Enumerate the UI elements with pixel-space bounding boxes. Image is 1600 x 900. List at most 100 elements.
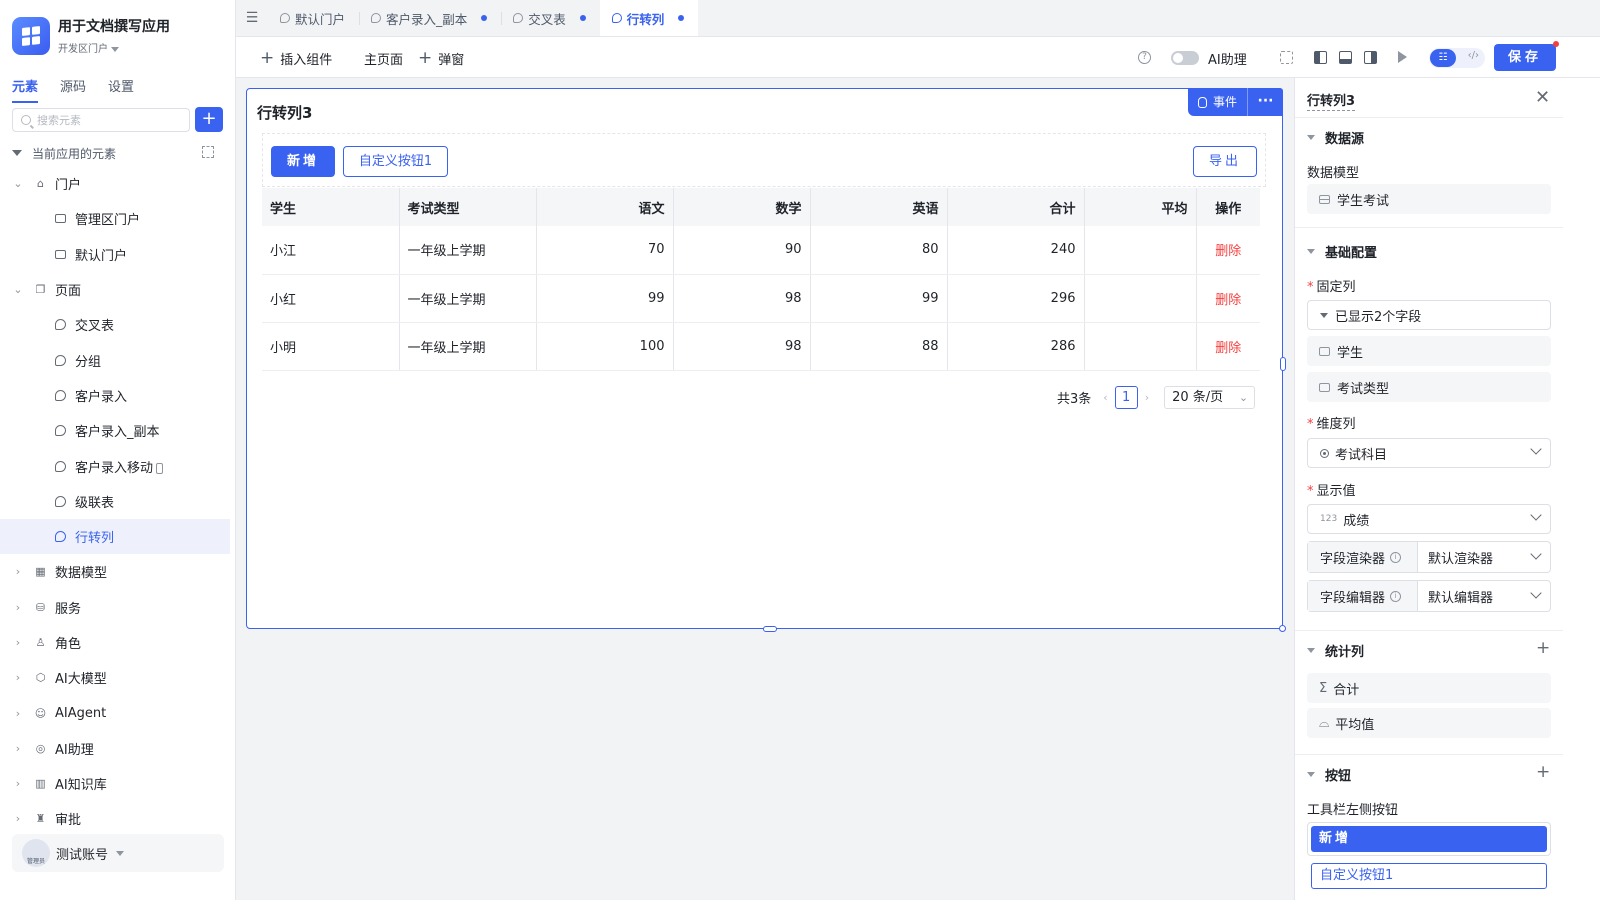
right-panel-icon[interactable]: [1364, 51, 1377, 64]
tab-default-portal[interactable]: 默认门户: [268, 0, 359, 36]
export-button[interactable]: 导出: [1193, 146, 1257, 177]
tree-item-ai-agent[interactable]: › ☺ AIAgent: [0, 695, 230, 730]
section-stats[interactable]: 统计列: [1307, 641, 1364, 660]
insert-component-button[interactable]: + 插入组件: [260, 49, 332, 69]
tree-item-page[interactable]: 客户录入_副本: [0, 413, 230, 448]
tree-item-ai-assistant[interactable]: › ◎ AI助理: [0, 731, 230, 766]
main-page-button[interactable]: 主页面: [364, 49, 403, 68]
column-header[interactable]: 学生: [262, 188, 400, 226]
tree-item-page-selected[interactable]: 行转列: [0, 518, 230, 555]
search-input[interactable]: [37, 113, 177, 127]
chevron-right-icon[interactable]: ›: [12, 742, 24, 755]
resize-handle-corner[interactable]: [1279, 625, 1286, 632]
resize-handle-right[interactable]: [1280, 357, 1286, 371]
chevron-down-icon[interactable]: ⌄: [12, 283, 24, 296]
help-icon[interactable]: ?: [1138, 51, 1151, 64]
add-button-icon[interactable]: +: [1536, 762, 1550, 782]
tab-crosstab[interactable]: 交叉表: [501, 0, 600, 36]
page-number[interactable]: 1: [1114, 386, 1138, 409]
tree-item-approval[interactable]: › ♜ 审批: [0, 801, 230, 836]
tree-item-role[interactable]: › ♙ 角色: [0, 625, 230, 660]
custom-button-1[interactable]: 自定义按钮1: [343, 146, 448, 177]
tree-item-page[interactable]: 交叉表: [0, 307, 230, 342]
delete-link[interactable]: 删除: [1215, 244, 1241, 259]
column-header[interactable]: 数学: [673, 188, 811, 226]
more-button[interactable]: ···: [1247, 88, 1283, 116]
delete-link[interactable]: 删除: [1215, 341, 1241, 356]
tree-item-service[interactable]: › ⛁ 服务: [0, 590, 230, 625]
prev-page-icon[interactable]: ‹: [1103, 391, 1107, 404]
user-menu[interactable]: 管理员 测试账号: [12, 834, 224, 872]
collapse-sidebar-icon[interactable]: ☰: [236, 0, 268, 36]
preview-play-icon[interactable]: [1398, 51, 1407, 63]
add-element-button[interactable]: +: [195, 107, 223, 132]
view-mode-switch[interactable]: ☷ ‹/›: [1429, 48, 1485, 68]
left-panel-icon[interactable]: [1314, 51, 1327, 64]
panel-title[interactable]: 行转列3: [1307, 90, 1356, 111]
chevron-down-icon[interactable]: ⌄: [12, 177, 24, 190]
tree-item-page[interactable]: 级联表: [0, 484, 230, 519]
close-icon[interactable]: ✕: [1535, 87, 1550, 108]
tree-item-page[interactable]: 客户录入移动: [0, 448, 230, 483]
section-datasource[interactable]: 数据源: [1307, 128, 1364, 147]
tree-item-pages[interactable]: ⌄ ❐ 页面: [0, 272, 230, 307]
bottom-panel-icon[interactable]: [1339, 51, 1352, 64]
section-buttons[interactable]: 按钮: [1307, 765, 1351, 784]
fixed-field-item[interactable]: 学生: [1307, 336, 1551, 366]
portal-switcher[interactable]: 开发区门户: [58, 40, 170, 55]
data-model-field[interactable]: 学生考试: [1307, 184, 1551, 214]
delete-link[interactable]: 删除: [1215, 293, 1241, 308]
tree-header[interactable]: 当前应用的元素: [12, 144, 224, 162]
save-button[interactable]: 保存: [1494, 44, 1556, 71]
column-header[interactable]: 英语: [810, 188, 948, 226]
chevron-right-icon[interactable]: ›: [12, 707, 24, 720]
dimension-column-select[interactable]: 考试科目: [1307, 438, 1551, 468]
section-basic[interactable]: 基础配置: [1307, 242, 1377, 261]
column-header[interactable]: 平均: [1084, 188, 1197, 226]
stat-item[interactable]: Σ 合计: [1307, 673, 1551, 703]
info-icon[interactable]: i: [1390, 590, 1402, 602]
fixed-columns-select[interactable]: 已显示2个字段: [1307, 300, 1551, 330]
tree-item-portal[interactable]: ⌄ ⌂ 门户: [0, 166, 230, 201]
field-editor-select[interactable]: 默认编辑器: [1418, 581, 1550, 611]
tab-row-to-col[interactable]: 行转列: [599, 0, 699, 36]
chevron-right-icon[interactable]: ›: [12, 601, 24, 614]
table-row[interactable]: 小江 一年级上学期 70 90 80 240 删除: [262, 226, 1260, 275]
tree-item-default-portal[interactable]: 默认门户: [0, 237, 230, 272]
chevron-right-icon[interactable]: ›: [12, 671, 24, 684]
tree-item-page[interactable]: 客户录入: [0, 378, 230, 413]
chevron-right-icon[interactable]: ›: [12, 636, 24, 649]
add-stat-column-icon[interactable]: +: [1536, 638, 1550, 658]
button-item-add[interactable]: 新增: [1311, 826, 1547, 852]
tab-customer-copy[interactable]: 客户录入_副本: [359, 0, 501, 36]
info-icon[interactable]: i: [1390, 551, 1402, 563]
tree-item-page[interactable]: 分组: [0, 342, 230, 377]
design-mode-icon[interactable]: ☷: [1430, 49, 1456, 67]
button-item-custom[interactable]: 自定义按钮1: [1311, 863, 1547, 889]
row-to-column-component[interactable]: 行转列3 事件 ··· 新增 自定义按钮1 导出 学生 考试类型 语文 数学 英…: [246, 88, 1286, 632]
next-page-icon[interactable]: ›: [1145, 391, 1149, 404]
layout-grid-icon[interactable]: [1280, 51, 1293, 64]
column-header[interactable]: 语文: [536, 188, 674, 226]
tree-item-data-model[interactable]: › ▦ 数据模型: [0, 554, 230, 589]
display-value-select[interactable]: 123 成绩: [1307, 504, 1551, 534]
column-header[interactable]: 考试类型: [399, 188, 537, 226]
tab-source[interactable]: 源码: [60, 76, 86, 103]
column-header[interactable]: 合计: [947, 188, 1085, 226]
fixed-field-item[interactable]: 考试类型: [1307, 372, 1551, 402]
code-mode-icon[interactable]: ‹/›: [1468, 50, 1479, 61]
table-row[interactable]: 小红 一年级上学期 99 98 99 296 删除: [262, 274, 1260, 323]
tab-elements[interactable]: 元素: [12, 76, 39, 103]
tree-item-ai-knowledge[interactable]: › ▥ AI知识库: [0, 766, 230, 801]
page-size-select[interactable]: 20 条/页 ⌄: [1164, 386, 1256, 409]
resize-handle-bottom[interactable]: [763, 626, 777, 632]
ai-assistant-toggle[interactable]: [1171, 51, 1199, 65]
table-row[interactable]: 小明 一年级上学期 100 98 88 286 删除: [262, 322, 1260, 371]
tab-settings[interactable]: 设置: [108, 76, 134, 103]
chevron-right-icon[interactable]: ›: [12, 565, 24, 578]
stat-item[interactable]: ⌓ 平均值: [1307, 708, 1551, 738]
chevron-right-icon[interactable]: ›: [12, 812, 24, 825]
chevron-right-icon[interactable]: ›: [12, 777, 24, 790]
popup-button[interactable]: + 弹窗: [418, 49, 464, 69]
tree-item-admin-portal[interactable]: 管理区门户: [0, 201, 230, 236]
